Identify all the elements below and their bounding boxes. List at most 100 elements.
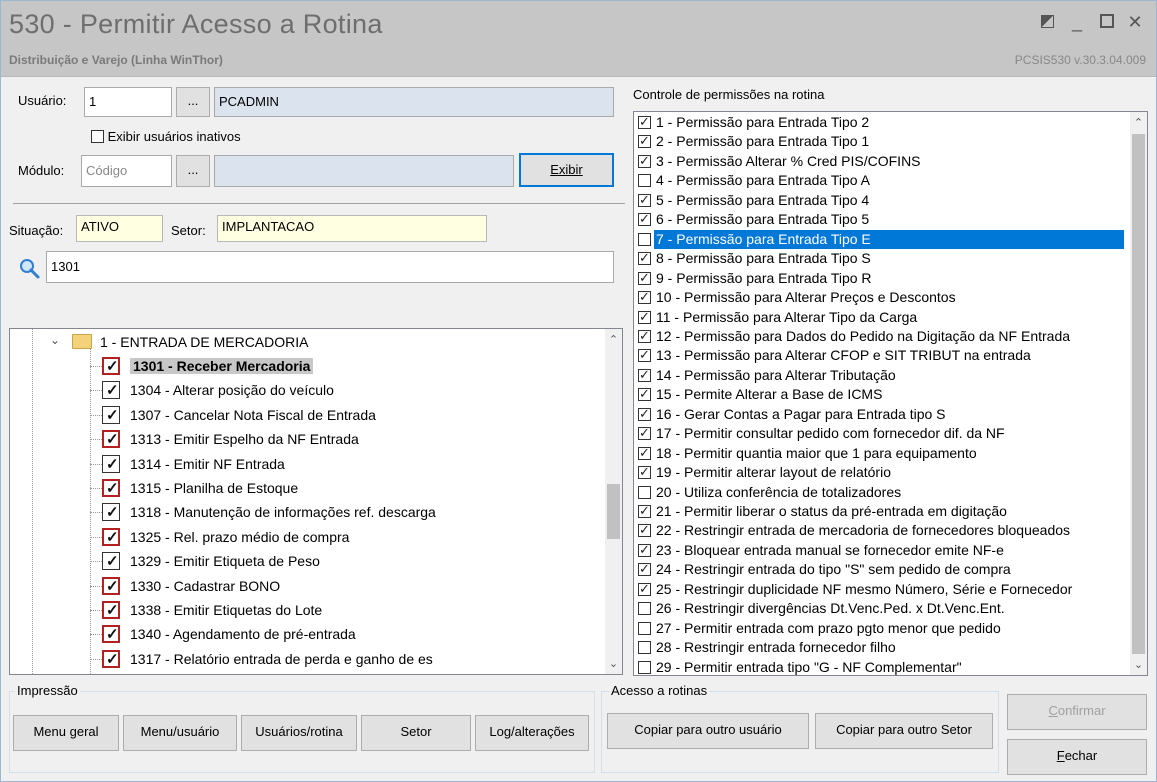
- permission-item[interactable]: 9 - Permissão para Entrada Tipo R: [634, 269, 1130, 289]
- scroll-down-icon[interactable]: ⌄: [605, 657, 622, 670]
- permission-item[interactable]: 27 - Permitir entrada com prazo pgto men…: [634, 619, 1130, 639]
- usuarios-rotina-button[interactable]: Usuários/rotina: [241, 715, 357, 751]
- scroll-up-icon[interactable]: ⌃: [1130, 116, 1147, 129]
- log-alteracoes-button[interactable]: Log/alterações: [475, 715, 589, 751]
- permission-checkbox[interactable]: [638, 347, 651, 363]
- scroll-down-icon[interactable]: ⌄: [1130, 658, 1147, 671]
- tree-item-checkbox[interactable]: [102, 381, 120, 400]
- tree-item[interactable]: 1314 - Emitir NF Entrada: [102, 453, 602, 477]
- usuario-lookup-button[interactable]: ...: [176, 87, 210, 117]
- permission-checkbox[interactable]: [638, 561, 651, 577]
- permission-checkbox[interactable]: [638, 621, 651, 635]
- permission-checkbox[interactable]: [638, 232, 651, 246]
- permission-item[interactable]: 18 - Permitir quantia maior que 1 para e…: [634, 444, 1130, 464]
- permission-checkbox[interactable]: [638, 153, 651, 169]
- permission-item[interactable]: 13 - Permissão para Alterar CFOP e SIT T…: [634, 346, 1130, 366]
- permission-checkbox[interactable]: [638, 289, 651, 305]
- permission-checkbox[interactable]: [638, 581, 651, 597]
- permission-item[interactable]: 23 - Bloquear entrada manual se forneced…: [634, 541, 1130, 561]
- usuario-code-input[interactable]: 1: [84, 87, 172, 117]
- permission-item[interactable]: 25 - Restringir duplicidade NF mesmo Núm…: [634, 580, 1130, 600]
- tree-item-checkbox[interactable]: [102, 576, 120, 595]
- tree-item-checkbox[interactable]: [102, 479, 120, 497]
- tree-item-checkbox[interactable]: [102, 552, 120, 571]
- permission-item[interactable]: 3 - Permissão Alterar % Cred PIS/COFINS: [634, 152, 1130, 172]
- inativos-checkbox-row[interactable]: Exibir usuários inativos: [91, 129, 241, 144]
- permission-item[interactable]: 1 - Permissão para Entrada Tipo 2: [634, 113, 1130, 133]
- scroll-thumb[interactable]: [607, 484, 620, 539]
- permission-item[interactable]: 5 - Permissão para Entrada Tipo 4: [634, 191, 1130, 211]
- minimize-icon[interactable]: _: [1066, 13, 1088, 31]
- tree-item[interactable]: 1340 - Agendamento de pré-entrada: [102, 623, 602, 647]
- permission-item[interactable]: 4 - Permissão para Entrada Tipo A: [634, 171, 1130, 191]
- scroll-thumb[interactable]: [1132, 134, 1145, 654]
- permission-item[interactable]: 14 - Permissão para Alterar Tributação: [634, 366, 1130, 386]
- fechar-button[interactable]: Fechar: [1007, 739, 1147, 775]
- tree-item-checkbox[interactable]: [102, 454, 120, 473]
- permission-item[interactable]: 6 - Permissão para Entrada Tipo 5: [634, 210, 1130, 230]
- tree-node-entrada[interactable]: ⌄ 1 - ENTRADA DE MERCADORIA: [50, 331, 590, 355]
- permission-checkbox[interactable]: [638, 192, 651, 208]
- permission-checkbox[interactable]: [638, 641, 651, 655]
- permission-item[interactable]: 26 - Restringir divergências Dt.Venc.Ped…: [634, 599, 1130, 619]
- tree-item[interactable]: 1313 - Emitir Espelho da NF Entrada: [102, 428, 602, 452]
- permission-checkbox[interactable]: [638, 250, 651, 266]
- permission-item[interactable]: 2 - Permissão para Entrada Tipo 1: [634, 132, 1130, 152]
- permission-item[interactable]: 19 - Permitir alterar layout de relatóri…: [634, 463, 1130, 483]
- confirmar-button[interactable]: Confirmar: [1007, 694, 1147, 730]
- permission-checkbox[interactable]: [638, 367, 651, 383]
- permission-item[interactable]: 20 - Utiliza conferência de totalizadore…: [634, 483, 1130, 503]
- tree-item[interactable]: 1301 - Receber Mercadoria: [102, 355, 602, 379]
- permission-item[interactable]: 16 - Gerar Contas a Pagar para Entrada t…: [634, 405, 1130, 425]
- permission-checkbox[interactable]: [638, 503, 651, 519]
- modulo-lookup-button[interactable]: ...: [176, 155, 210, 187]
- maximize-icon[interactable]: [1096, 13, 1118, 31]
- tree-item-checkbox[interactable]: [102, 527, 120, 546]
- permission-item[interactable]: 21 - Permitir liberar o status da pré-en…: [634, 502, 1130, 522]
- permission-item[interactable]: 8 - Permissão para Entrada Tipo S: [634, 249, 1130, 269]
- permission-checkbox[interactable]: [638, 133, 651, 149]
- permission-checkbox[interactable]: [638, 602, 651, 616]
- permission-item[interactable]: 29 - Permitir entrada tipo "G - NF Compl…: [634, 658, 1130, 675]
- scroll-up-icon[interactable]: ⌃: [605, 333, 622, 346]
- permission-checkbox[interactable]: [638, 485, 651, 499]
- tree-item[interactable]: 1317 - Relatório entrada de perda e ganh…: [102, 648, 602, 672]
- permission-checkbox[interactable]: [638, 386, 651, 402]
- tree-item-checkbox[interactable]: [102, 625, 120, 644]
- tree-item-checkbox[interactable]: [102, 503, 120, 522]
- tree-item[interactable]: 1329 - Emitir Etiqueta de Peso: [102, 550, 602, 574]
- permission-checkbox[interactable]: [638, 464, 651, 480]
- chevron-down-icon[interactable]: ⌄: [50, 333, 60, 347]
- permission-item[interactable]: 17 - Permitir consultar pedido com forne…: [634, 424, 1130, 444]
- permission-checkbox[interactable]: [638, 425, 651, 441]
- tree-scrollbar[interactable]: ⌃ ⌄: [605, 329, 622, 674]
- permission-checkbox[interactable]: [638, 114, 651, 130]
- tree-item-checkbox[interactable]: [102, 601, 120, 619]
- tree-item[interactable]: 1315 - Planilha de Estoque: [102, 477, 602, 501]
- tree-item[interactable]: 1304 - Alterar posição do veículo: [102, 379, 602, 403]
- permission-item[interactable]: 15 - Permite Alterar a Base de ICMS: [634, 385, 1130, 405]
- tree-item[interactable]: 1325 - Rel. prazo médio de compra: [102, 526, 602, 550]
- copiar-usuario-button[interactable]: Copiar para outro usuário: [607, 713, 809, 749]
- permission-checkbox[interactable]: [638, 211, 651, 227]
- close-icon[interactable]: ✕: [1124, 13, 1146, 31]
- permission-item[interactable]: 10 - Permissão para Alterar Preços e Des…: [634, 288, 1130, 308]
- tree-item[interactable]: 1338 - Emitir Etiquetas do Lote: [102, 599, 602, 623]
- tree-item-checkbox[interactable]: [102, 405, 120, 424]
- exibir-button[interactable]: Exibir: [519, 153, 614, 187]
- permission-item[interactable]: 28 - Restringir entrada fornecedor filho: [634, 638, 1130, 658]
- permission-item[interactable]: 22 - Restringir entrada de mercadoria de…: [634, 521, 1130, 541]
- permission-item[interactable]: 11 - Permissão para Alterar Tipo da Carg…: [634, 308, 1130, 328]
- modulo-code-input[interactable]: Código: [81, 155, 172, 187]
- tree-item-checkbox[interactable]: [102, 649, 120, 668]
- tree-item-checkbox[interactable]: [102, 430, 120, 449]
- tree-item[interactable]: 1307 - Cancelar Nota Fiscal de Entrada: [102, 404, 602, 428]
- menu-geral-button[interactable]: Menu geral: [13, 715, 119, 751]
- permission-checkbox[interactable]: [638, 174, 651, 188]
- tree-item[interactable]: 1318 - Manutenção de informações ref. de…: [102, 501, 602, 525]
- permission-checkbox[interactable]: [638, 309, 651, 325]
- permission-item[interactable]: 24 - Restringir entrada do tipo "S" sem …: [634, 560, 1130, 580]
- permission-checkbox[interactable]: [638, 522, 651, 538]
- search-input[interactable]: 1301: [46, 251, 614, 283]
- permission-checkbox[interactable]: [638, 406, 651, 422]
